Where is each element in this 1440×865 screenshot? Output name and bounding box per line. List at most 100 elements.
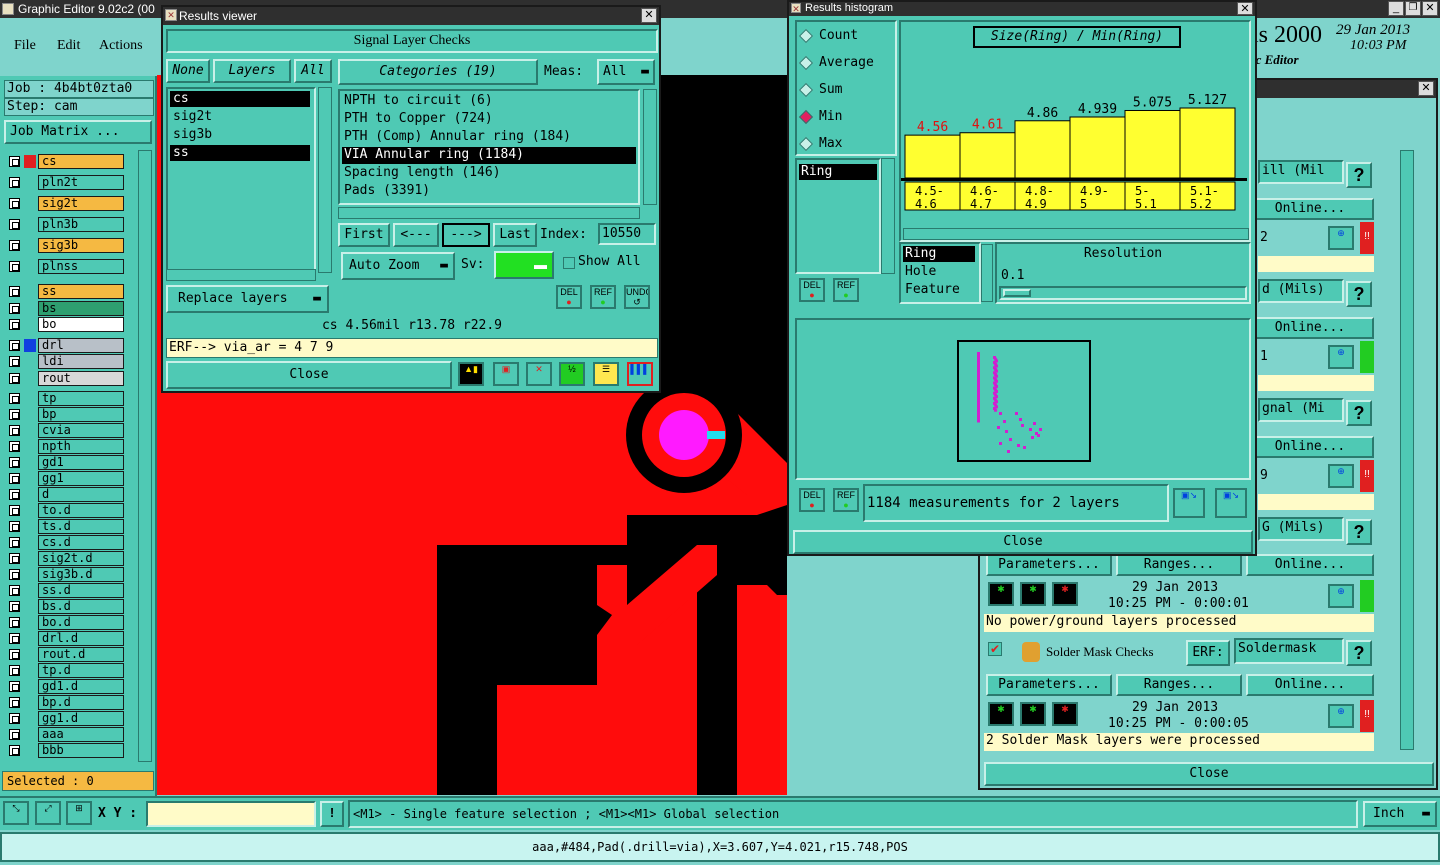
layer-checkbox[interactable] bbox=[9, 649, 20, 660]
zoom-icon-2[interactable]: ⊕ bbox=[1328, 704, 1354, 728]
layer-checkbox[interactable] bbox=[9, 441, 20, 452]
online-button[interactable]: Online... bbox=[1246, 198, 1374, 220]
layer-checkbox[interactable] bbox=[9, 521, 20, 532]
histogram-bar[interactable] bbox=[904, 134, 961, 179]
layer-row[interactable]: drl.d bbox=[6, 631, 124, 646]
tool-icon-4[interactable]: ½ bbox=[559, 362, 585, 386]
layer-row[interactable]: pln2t bbox=[6, 175, 124, 190]
all-button[interactable]: All bbox=[294, 59, 332, 83]
run-icon-4[interactable]: ✱ bbox=[988, 702, 1014, 726]
report-icon[interactable]: ☰ bbox=[593, 362, 619, 386]
measure-item[interactable]: Hole bbox=[903, 264, 975, 280]
layer-checkbox[interactable] bbox=[9, 356, 20, 367]
ranges-button[interactable]: Ranges... bbox=[1116, 554, 1242, 576]
layer-checkbox[interactable] bbox=[9, 633, 20, 644]
layer-row[interactable]: cs.d bbox=[6, 535, 124, 550]
help-button[interactable]: ? bbox=[1346, 640, 1372, 666]
zoom-icon[interactable]: ⊕ bbox=[1328, 345, 1354, 369]
layer-list-item[interactable]: sig2t bbox=[170, 109, 310, 125]
layer-row[interactable]: tp bbox=[6, 391, 124, 406]
job-matrix-button[interactable]: Job Matrix ... bbox=[4, 120, 152, 144]
category-list-vscroll[interactable] bbox=[981, 244, 993, 302]
layer-row[interactable]: cs bbox=[6, 154, 124, 169]
layer-checkbox[interactable] bbox=[9, 553, 20, 564]
layer-checkbox[interactable] bbox=[9, 409, 20, 420]
parameters-button-2[interactable]: Parameters... bbox=[986, 674, 1112, 696]
index-input[interactable]: 10550 bbox=[598, 223, 656, 245]
minimize-icon[interactable]: _ bbox=[1388, 1, 1404, 16]
del-button[interactable]: DEL ● bbox=[556, 285, 582, 309]
run-icon-2[interactable]: ✱ bbox=[1020, 582, 1046, 606]
none-button[interactable]: None bbox=[166, 59, 210, 83]
export-icon-1[interactable]: ▣↘ bbox=[1173, 488, 1205, 518]
warning-button[interactable]: ! bbox=[320, 801, 344, 827]
mode-option[interactable]: Min bbox=[798, 109, 893, 129]
layer-checkbox[interactable] bbox=[9, 372, 20, 384]
grid-icon[interactable]: ⊞ bbox=[66, 801, 92, 825]
histogram-icon[interactable]: ▌▌▌ bbox=[627, 362, 653, 386]
layer-row[interactable]: tp.d bbox=[6, 663, 124, 678]
close-button[interactable]: Close bbox=[166, 361, 452, 389]
mode-option[interactable]: Sum bbox=[798, 82, 893, 102]
category-item[interactable]: VIA Annular ring (1184) bbox=[342, 147, 636, 164]
layer-list-item[interactable]: cs bbox=[170, 91, 310, 107]
layer-row[interactable]: rout.d bbox=[6, 647, 124, 662]
histogram-bar[interactable] bbox=[959, 132, 1016, 179]
layer-row[interactable]: bs bbox=[6, 300, 124, 316]
category-item[interactable]: NPTH to circuit (6) bbox=[342, 93, 636, 110]
layer-checkbox[interactable] bbox=[9, 697, 20, 708]
histogram-bar[interactable] bbox=[1124, 109, 1181, 179]
resolution-slider[interactable] bbox=[999, 286, 1247, 300]
category-item[interactable]: PTH (Comp) Annular ring (184) bbox=[342, 129, 636, 146]
ranges-button-2[interactable]: Ranges... bbox=[1116, 674, 1242, 696]
layer-checkbox[interactable] bbox=[9, 617, 20, 628]
layer-row[interactable]: ts.d bbox=[6, 519, 124, 534]
layer-checkbox[interactable] bbox=[9, 713, 20, 724]
layer-row[interactable]: cvia bbox=[6, 423, 124, 438]
help-button[interactable]: ? bbox=[1346, 519, 1372, 545]
layer-checkbox[interactable] bbox=[9, 240, 20, 251]
tool-icon-1[interactable]: ▲▮ bbox=[458, 362, 484, 386]
menu-file[interactable]: File bbox=[14, 38, 36, 54]
meas-dropdown[interactable]: All ▬ bbox=[597, 59, 655, 85]
category-item[interactable]: Pads (3391) bbox=[342, 183, 636, 200]
online-button[interactable]: Online... bbox=[1246, 317, 1374, 339]
layer-checkbox[interactable] bbox=[9, 156, 20, 167]
run-icon-3[interactable]: ✱ bbox=[1052, 582, 1078, 606]
layer-row[interactable]: bo bbox=[6, 317, 124, 332]
layer-row[interactable]: npth bbox=[6, 439, 124, 454]
layer-row[interactable]: gg1 bbox=[6, 471, 124, 486]
zoom-icon[interactable]: ⊕ bbox=[1328, 464, 1354, 488]
parameters-button[interactable]: Parameters... bbox=[986, 554, 1112, 576]
layer-listbox-hscroll[interactable] bbox=[166, 269, 316, 281]
help-button[interactable]: ? bbox=[1346, 162, 1372, 188]
layer-row[interactable]: drl bbox=[6, 337, 124, 353]
layer-row[interactable]: ss bbox=[6, 284, 124, 299]
categories-hscroll[interactable] bbox=[338, 207, 640, 219]
layer-row[interactable]: sig2t.d bbox=[6, 551, 124, 566]
maximize-icon[interactable]: ❐ bbox=[1405, 1, 1421, 16]
units-dropdown[interactable]: Inch ▬ bbox=[1363, 801, 1437, 827]
layer-checkbox[interactable] bbox=[9, 745, 20, 756]
export-icon-2[interactable]: ▣↘ bbox=[1215, 488, 1247, 518]
hist-ref-button-2[interactable]: REF ● bbox=[833, 488, 859, 512]
chart-hscroll[interactable] bbox=[903, 228, 1249, 240]
zoom-fit-icon[interactable]: ⤡ bbox=[3, 801, 29, 825]
layer-row[interactable]: bs.d bbox=[6, 599, 124, 614]
zoom-icon[interactable]: ⊕ bbox=[1328, 584, 1354, 608]
checklist-close-button[interactable]: Close bbox=[984, 762, 1434, 786]
layer-row[interactable]: sig2t bbox=[6, 196, 124, 211]
slider-thumb[interactable] bbox=[1003, 289, 1031, 297]
erf-dropdown[interactable]: ERF: bbox=[1186, 640, 1230, 666]
layer-checkbox[interactable] bbox=[9, 473, 20, 484]
categories-button[interactable]: Categories (19) bbox=[338, 59, 538, 85]
undo-button[interactable]: UNDO ↺ bbox=[624, 285, 650, 309]
histogram-bar[interactable] bbox=[1069, 116, 1126, 179]
layer-row[interactable]: sig3b.d bbox=[6, 567, 124, 582]
layer-listbox-vscroll[interactable] bbox=[318, 87, 332, 273]
layer-checkbox[interactable] bbox=[9, 393, 20, 404]
histogram-bar[interactable] bbox=[1014, 120, 1071, 179]
run-icon-5[interactable]: ✱ bbox=[1020, 702, 1046, 726]
auto-zoom-dropdown[interactable]: Auto Zoom ▬ bbox=[341, 252, 455, 280]
layer-checkbox[interactable] bbox=[9, 681, 20, 692]
